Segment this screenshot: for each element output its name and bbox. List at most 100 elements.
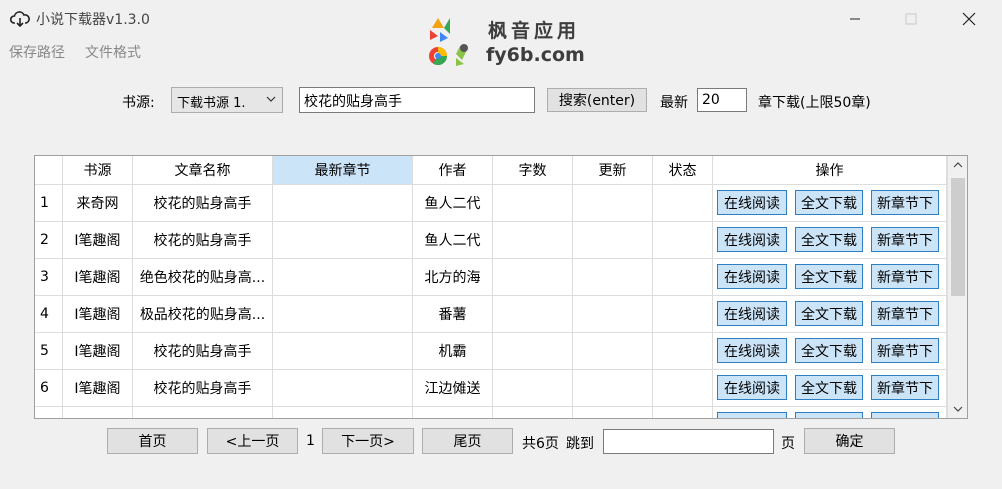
cell-latest: [273, 333, 413, 370]
next-page-button[interactable]: 下一页>: [322, 428, 414, 454]
results-table: 书源 文章名称 最新章节 作者 字数 更新 状态 操作 1 来奇网 校花的贴身高手 鱼人二代 在线阅读全…: [34, 155, 968, 419]
cell-author: [413, 407, 493, 418]
column-header-words[interactable]: 字数: [493, 156, 573, 185]
cell-updated: [573, 185, 653, 222]
cell-index: 1: [35, 185, 63, 222]
cell-words: [493, 407, 573, 418]
read-online-button[interactable]: 在线阅读: [717, 338, 787, 363]
last-page-button[interactable]: 尾页: [422, 428, 513, 454]
read-online-button[interactable]: 在线阅读: [717, 190, 787, 215]
confirm-button[interactable]: 确定: [804, 428, 895, 454]
download-new-button[interactable]: 新章节下: [871, 338, 939, 363]
cell-latest: [273, 185, 413, 222]
cell-source: I笔趣阁: [63, 370, 133, 407]
cell-words: [493, 259, 573, 296]
chevron-down-icon: [266, 96, 276, 102]
fy6b-logo-icon: [429, 18, 468, 66]
jump-page-input[interactable]: [603, 429, 774, 454]
download-all-button[interactable]: 全文下载: [795, 264, 863, 289]
column-header-updated[interactable]: 更新: [573, 156, 653, 185]
search-button[interactable]: 搜索(enter): [547, 88, 647, 112]
column-header-status[interactable]: 状态: [653, 156, 713, 185]
column-header-source[interactable]: 书源: [63, 156, 133, 185]
search-input[interactable]: 校花的贴身高手: [299, 87, 535, 113]
column-header-index[interactable]: [35, 156, 63, 185]
download-new-button[interactable]: 新章节下: [871, 190, 939, 215]
scroll-up-icon[interactable]: [948, 156, 967, 174]
cell-index: 3: [35, 259, 63, 296]
cell-name: 校花的贴身高手: [133, 370, 273, 407]
download-all-button[interactable]: 全文下载: [795, 375, 863, 400]
column-header-latest[interactable]: 最新章节: [273, 156, 413, 185]
read-online-button[interactable]: 在线阅读: [717, 301, 787, 326]
window-title: 小说下载器v1.3.0: [36, 12, 150, 28]
latest-count-input[interactable]: 20: [697, 88, 747, 112]
download-all-button[interactable]: 全文下载: [795, 190, 863, 215]
watermark-url: fy6b.com: [486, 44, 585, 66]
download-new-button[interactable]: 新章节下: [871, 227, 939, 252]
read-online-button[interactable]: 在线阅读: [717, 264, 787, 289]
cell-index: 6: [35, 370, 63, 407]
cell-author: 江边傩送: [413, 370, 493, 407]
cell-status: [653, 370, 713, 407]
menu-file-format[interactable]: 文件格式: [85, 42, 141, 62]
watermark-logo: 枫音应用 fy6b.com: [426, 14, 596, 74]
minimize-button[interactable]: [828, 0, 882, 38]
cell-author: 机霸: [413, 333, 493, 370]
watermark-text: 枫音应用: [488, 20, 581, 42]
cell-updated: [573, 333, 653, 370]
total-pages: 共6页: [522, 436, 559, 452]
cell-updated: [573, 222, 653, 259]
cell-name: 校花的贴身高手: [133, 333, 273, 370]
results-grid: 书源 文章名称 最新章节 作者 字数 更新 状态 操作 1 来奇网 校花的贴身高手 鱼人二代 在线阅读全…: [35, 156, 947, 418]
cell-updated: [573, 407, 653, 418]
read-online-button[interactable]: [717, 412, 787, 418]
latest-suffix-label: 章下载(上限50章): [758, 95, 871, 111]
cell-latest: [273, 259, 413, 296]
download-new-button[interactable]: 新章节下: [871, 375, 939, 400]
latest-label: 最新: [660, 95, 688, 111]
read-online-button[interactable]: 在线阅读: [717, 375, 787, 400]
cell-updated: [573, 259, 653, 296]
cell-words: [493, 185, 573, 222]
cell-name: 校花的贴身高手: [133, 185, 273, 222]
cell-status: [653, 296, 713, 333]
source-select[interactable]: 下载书源 1.: [171, 87, 283, 113]
download-all-button[interactable]: 全文下载: [795, 301, 863, 326]
menu-save-path[interactable]: 保存路径: [9, 42, 65, 62]
close-button[interactable]: [942, 0, 996, 38]
first-page-button[interactable]: 首页: [107, 428, 198, 454]
read-online-button[interactable]: 在线阅读: [717, 227, 787, 252]
cell-status: [653, 407, 713, 418]
cell-source: [63, 407, 133, 418]
cell-status: [653, 333, 713, 370]
cell-source: I笔趣阁: [63, 222, 133, 259]
cell-words: [493, 296, 573, 333]
cell-latest: [273, 407, 413, 418]
download-all-button[interactable]: [795, 412, 863, 418]
cell-status: [653, 259, 713, 296]
cell-name: 校花的贴身高手: [133, 222, 273, 259]
cell-latest: [273, 296, 413, 333]
cell-name: 极品校花的贴身高...: [133, 296, 273, 333]
column-header-author[interactable]: 作者: [413, 156, 493, 185]
download-all-button[interactable]: 全文下载: [795, 227, 863, 252]
scroll-down-icon[interactable]: [948, 400, 967, 418]
source-select-value: 下载书源 1.: [177, 96, 246, 111]
maximize-icon: [905, 13, 917, 25]
vertical-scrollbar[interactable]: [947, 156, 967, 418]
cell-author: 鱼人二代: [413, 222, 493, 259]
scrollbar-thumb[interactable]: [951, 178, 965, 296]
download-new-button[interactable]: [871, 412, 939, 418]
prev-page-button[interactable]: <上一页: [207, 428, 298, 454]
download-new-button[interactable]: 新章节下: [871, 264, 939, 289]
download-new-button[interactable]: 新章节下: [871, 301, 939, 326]
cell-source: I笔趣阁: [63, 259, 133, 296]
column-header-name[interactable]: 文章名称: [133, 156, 273, 185]
cell-status: [653, 222, 713, 259]
cell-updated: [573, 370, 653, 407]
column-header-actions[interactable]: 操作: [713, 156, 947, 185]
download-all-button[interactable]: 全文下载: [795, 338, 863, 363]
maximize-button[interactable]: [884, 0, 938, 38]
cell-name: 绝色校花的贴身高...: [133, 259, 273, 296]
